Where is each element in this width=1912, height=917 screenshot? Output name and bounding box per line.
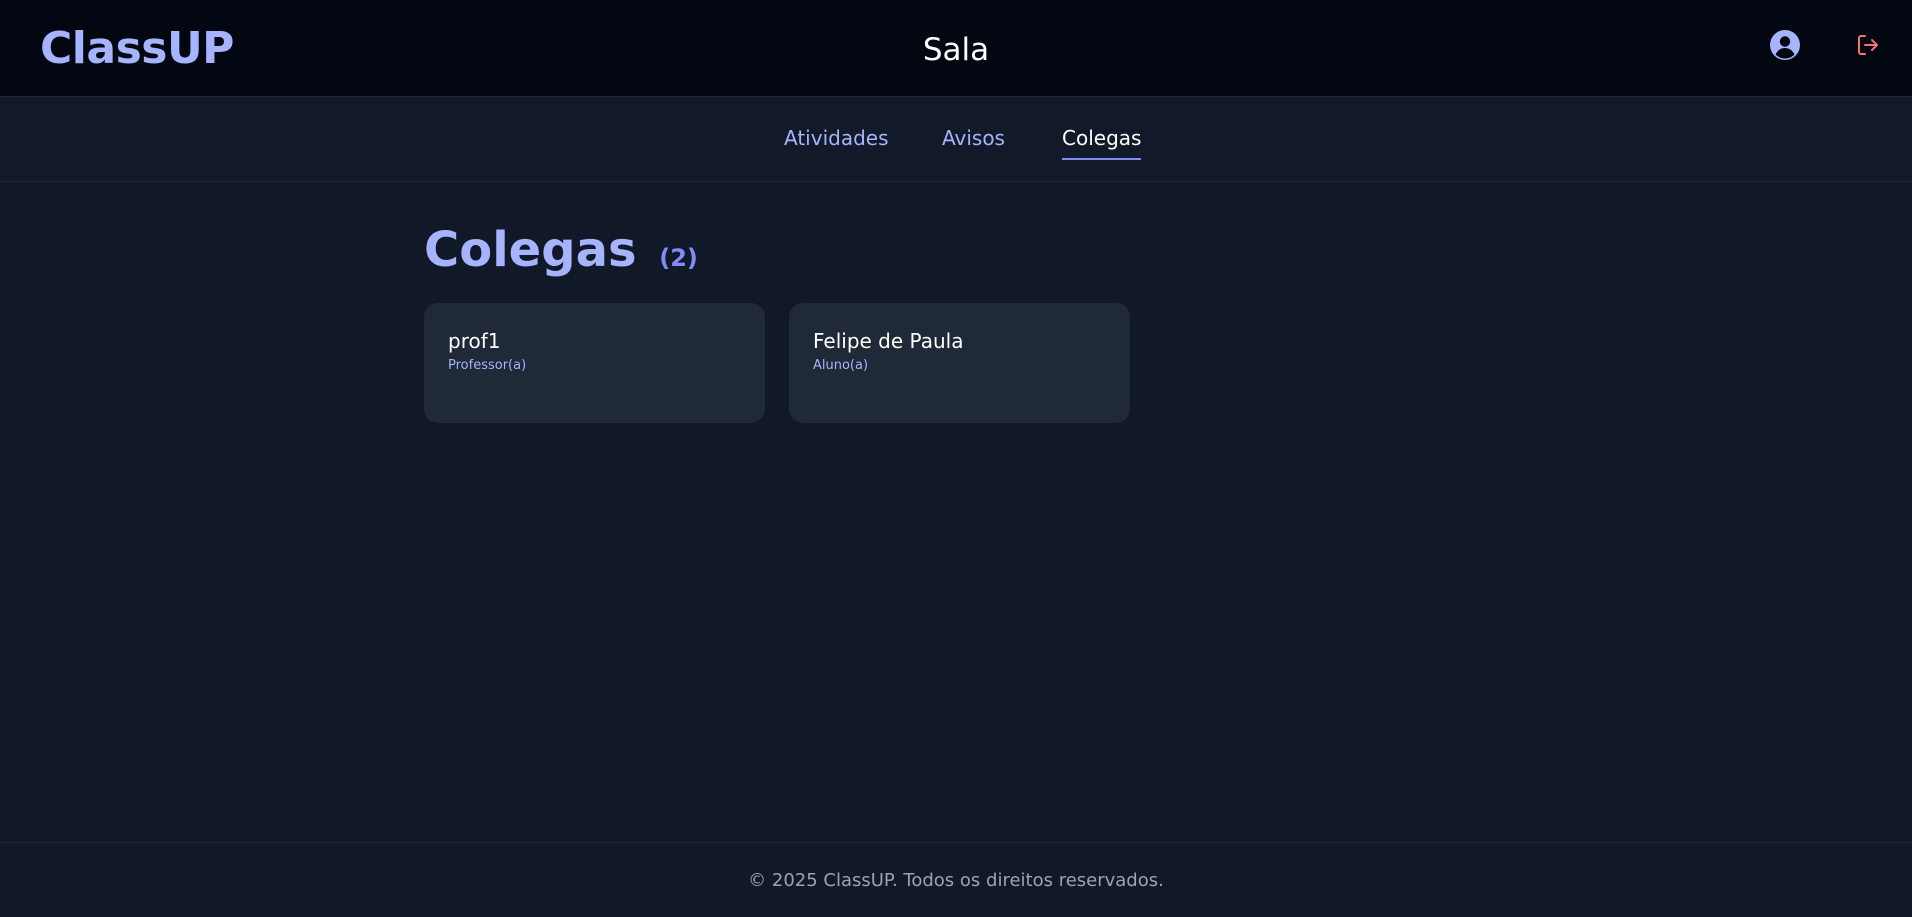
member-card[interactable]: Felipe de Paula Aluno(a) bbox=[789, 303, 1130, 423]
tab-avisos[interactable]: Avisos bbox=[942, 124, 1005, 158]
tab-atividades[interactable]: Atividades bbox=[784, 124, 889, 158]
user-circle-icon bbox=[1769, 29, 1801, 65]
member-card[interactable]: prof1 Professor(a) bbox=[424, 303, 765, 423]
section-title: Colegas bbox=[424, 222, 637, 278]
copyright-text: © 2025 ClassUP. Todos os direitos reserv… bbox=[748, 870, 1164, 891]
member-count: (2) bbox=[659, 244, 698, 272]
room-tabs: Atividades Avisos Colegas bbox=[0, 97, 1912, 182]
tab-colegas[interactable]: Colegas bbox=[1062, 124, 1142, 160]
member-role: Professor(a) bbox=[448, 358, 527, 373]
logout-icon bbox=[1856, 33, 1880, 61]
member-name: Felipe de Paula bbox=[813, 329, 964, 353]
member-name: prof1 bbox=[448, 329, 501, 353]
logout-button[interactable] bbox=[1851, 30, 1885, 64]
section-heading: Colegas (2) bbox=[424, 220, 698, 288]
page-title: Sala bbox=[922, 32, 990, 68]
member-role: Aluno(a) bbox=[813, 358, 869, 373]
profile-button[interactable] bbox=[1768, 30, 1802, 64]
page-footer: © 2025 ClassUP. Todos os direitos reserv… bbox=[0, 842, 1912, 917]
top-navbar: ClassUP Sala bbox=[0, 0, 1912, 97]
